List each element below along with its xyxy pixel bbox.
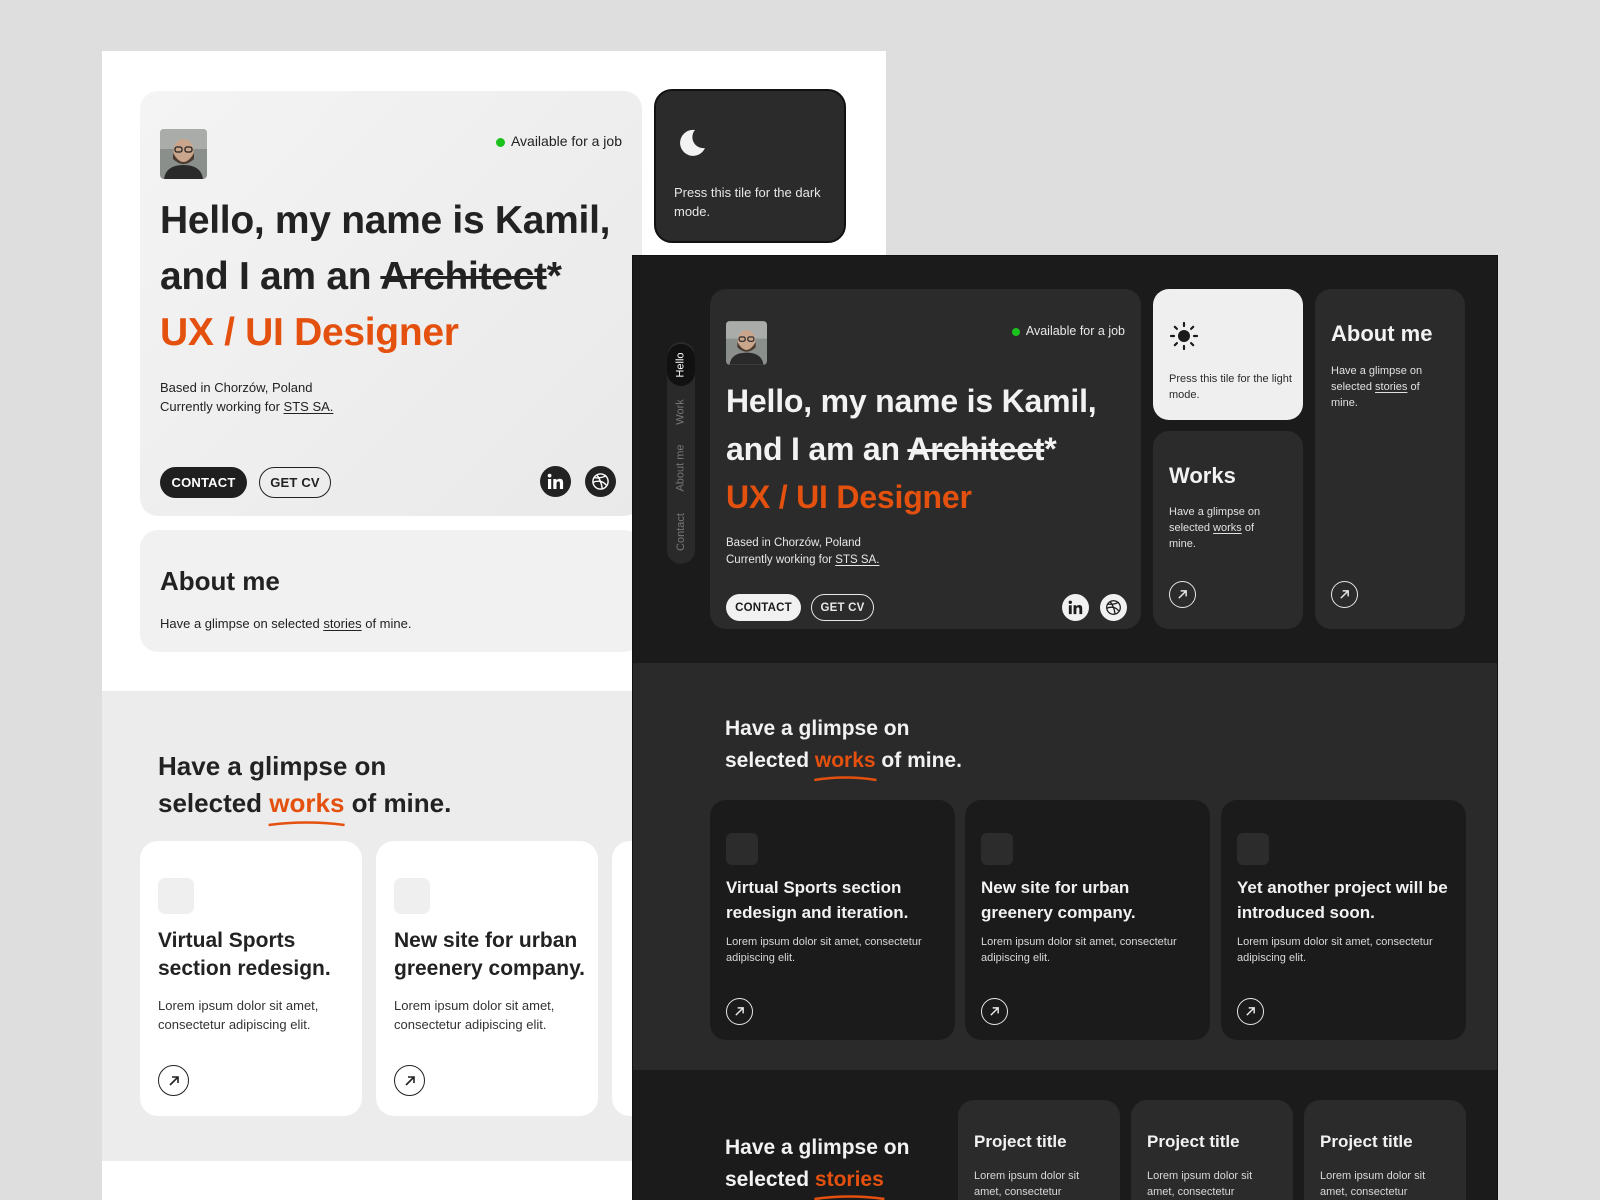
work-card[interactable]: New site for urban greenery company. Lor… bbox=[376, 841, 598, 1116]
project-card[interactable]: Project title Lorem ipsum dolor sit amet… bbox=[958, 1100, 1120, 1200]
works-tile[interactable]: Works Have a glimpse on selected works o… bbox=[1153, 431, 1303, 629]
underline-swoosh bbox=[814, 1195, 885, 1200]
moon-icon bbox=[680, 129, 705, 156]
card-thumbnail bbox=[726, 833, 758, 865]
project-card[interactable]: Project title Lorem ipsum dolor sit amet… bbox=[1304, 1100, 1466, 1200]
arrow-up-right-icon[interactable] bbox=[726, 998, 753, 1025]
hero-card: Available for a job Hello, my name is Ka… bbox=[710, 289, 1141, 629]
light-mode-tile[interactable]: Press this tile for the light mode. bbox=[1153, 289, 1303, 420]
underline-swoosh bbox=[268, 821, 345, 827]
arrow-up-right-icon[interactable] bbox=[158, 1065, 189, 1096]
card-thumbnail bbox=[1237, 833, 1269, 865]
availability-status: Available for a job bbox=[1011, 324, 1125, 338]
works-link[interactable]: works bbox=[1213, 522, 1242, 534]
hero-headline: Hello, my name is Kamil, and I am an Arc… bbox=[160, 199, 611, 354]
struck-word: Architect bbox=[907, 431, 1045, 467]
stories-link[interactable]: stories bbox=[323, 616, 361, 631]
underline-swoosh bbox=[814, 776, 877, 782]
about-description: Have a glimpse on selected stories of mi… bbox=[160, 616, 412, 631]
work-card[interactable]: Yet another project will be introduced s… bbox=[1221, 800, 1466, 1040]
dribbble-icon[interactable] bbox=[1100, 594, 1127, 621]
company-link[interactable]: STS SA. bbox=[835, 554, 879, 566]
struck-word: Architect bbox=[380, 255, 547, 298]
get-cv-button[interactable]: GET CV bbox=[259, 467, 331, 498]
works-section: Have a glimpse on selected works of mine… bbox=[633, 663, 1497, 1070]
hero-role: UX / UI Designer bbox=[160, 311, 459, 354]
work-card[interactable]: Virtual Sports section redesign. Lorem i… bbox=[140, 841, 362, 1116]
hero-headline: Hello, my name is Kamil, and I am an Arc… bbox=[726, 383, 1097, 515]
availability-status: Available for a job bbox=[495, 133, 622, 149]
linkedin-icon[interactable] bbox=[540, 466, 571, 497]
arrow-up-right-icon[interactable] bbox=[1169, 581, 1196, 608]
card-thumbnail bbox=[394, 878, 430, 914]
about-card[interactable]: About me Have a glimpse on selected stor… bbox=[140, 530, 642, 652]
contact-button[interactable]: CONTACT bbox=[160, 467, 247, 498]
avatar bbox=[160, 129, 207, 179]
card-thumbnail bbox=[981, 833, 1013, 865]
dark-mode-tile[interactable]: Press this tile for the dark mode. bbox=[654, 89, 846, 243]
hero-role: UX / UI Designer bbox=[726, 479, 972, 515]
nav-item-work[interactable]: Work bbox=[667, 392, 695, 432]
nav-item-hello[interactable]: Hello bbox=[667, 344, 695, 386]
hero-meta: Based in Chorzów, Poland Currently worki… bbox=[160, 380, 334, 414]
works-heading: Have a glimpse on selected works of mine… bbox=[725, 713, 962, 782]
company-link[interactable]: STS SA. bbox=[284, 399, 334, 414]
stories-link[interactable]: stories bbox=[1375, 381, 1407, 393]
arrow-up-right-icon[interactable] bbox=[394, 1065, 425, 1096]
work-card[interactable]: New site for urban greenery company. Lor… bbox=[965, 800, 1210, 1040]
hero-meta: Based in Chorzów, Poland Currently worki… bbox=[726, 537, 880, 566]
about-tile[interactable]: About me Have a glimpse on selected stor… bbox=[1315, 289, 1465, 629]
works-heading: Have a glimpse on selected works of mine… bbox=[158, 748, 451, 827]
arrow-up-right-icon[interactable] bbox=[981, 998, 1008, 1025]
nav-item-contact[interactable]: Contact bbox=[667, 506, 695, 558]
linkedin-icon[interactable] bbox=[1062, 594, 1089, 621]
dark-mode-page: Hello Work About me Contact Available fo… bbox=[633, 256, 1497, 1200]
about-tile-description: Have a glimpse on selected stories of mi… bbox=[1331, 365, 1423, 409]
dribbble-icon[interactable] bbox=[585, 466, 616, 497]
arrow-up-right-icon[interactable] bbox=[1237, 998, 1264, 1025]
nav-item-about-me[interactable]: About me bbox=[667, 438, 695, 498]
stories-heading: Have a glimpse on selected stories bbox=[725, 1132, 909, 1200]
status-dot bbox=[495, 137, 505, 147]
works-tile-description: Have a glimpse on selected works of mine… bbox=[1169, 506, 1261, 550]
hero-card: Available for a job Hello, my name is Ka… bbox=[140, 91, 642, 516]
sun-icon bbox=[1169, 321, 1199, 351]
get-cv-button[interactable]: GET CV bbox=[811, 594, 874, 621]
work-card[interactable]: Virtual Sports section redesign and iter… bbox=[710, 800, 955, 1040]
contact-button[interactable]: CONTACT bbox=[726, 594, 801, 621]
status-dot bbox=[1011, 327, 1020, 336]
side-navigation: Hello Work About me Contact bbox=[667, 342, 695, 564]
project-card[interactable]: Project title Lorem ipsum dolor sit amet… bbox=[1131, 1100, 1293, 1200]
card-thumbnail bbox=[158, 878, 194, 914]
arrow-up-right-icon[interactable] bbox=[1331, 581, 1358, 608]
avatar bbox=[726, 321, 767, 365]
